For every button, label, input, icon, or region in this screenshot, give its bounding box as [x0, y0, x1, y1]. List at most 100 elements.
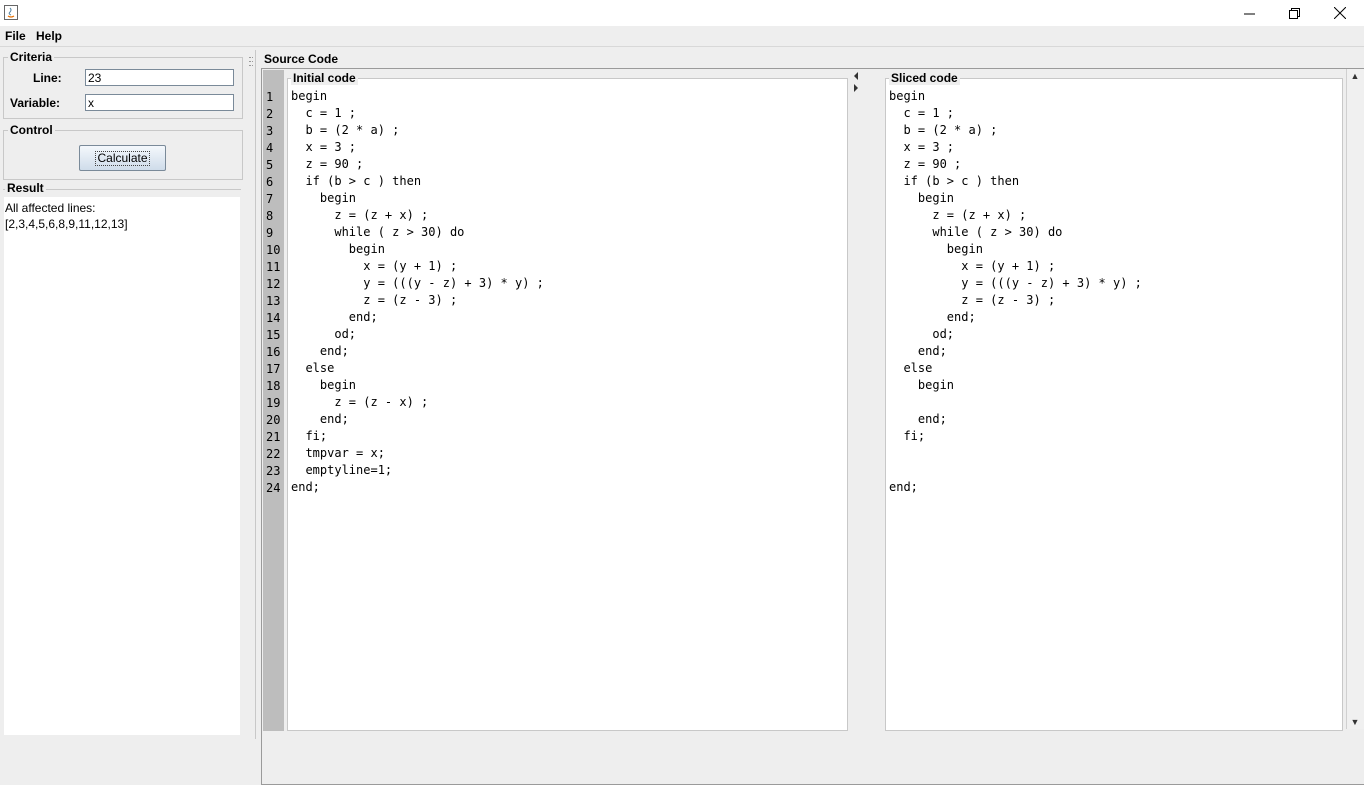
- code-line: begin: [889, 89, 926, 103]
- code-line: x = 3 ;: [291, 140, 357, 154]
- code-line: else: [889, 361, 933, 375]
- code-line: x = (y + 1) ;: [291, 259, 458, 273]
- code-line: x = 3 ;: [889, 140, 955, 154]
- left-split-divider[interactable]: [247, 47, 255, 739]
- left-panel: Criteria Line: Variable: Control Calcula…: [0, 47, 246, 739]
- variable-input[interactable]: [85, 94, 234, 111]
- line-number: 13: [266, 294, 281, 308]
- code-line: end;: [291, 412, 349, 426]
- line-number: 15: [266, 328, 281, 342]
- code-line: fi;: [889, 429, 926, 443]
- control-title: Control: [8, 123, 55, 137]
- code-line: end;: [889, 480, 918, 494]
- line-number: 21: [266, 430, 281, 444]
- line-number: 11: [266, 260, 281, 274]
- line-number: 9: [266, 226, 274, 240]
- code-line: z = 90 ;: [889, 157, 962, 171]
- code-line: x = (y + 1) ;: [889, 259, 1056, 273]
- code-line: c = 1 ;: [291, 106, 357, 120]
- code-line: while ( z > 30) do: [291, 225, 465, 239]
- result-text-area[interactable]: All affected lines: [2,3,4,5,6,8,9,11,12…: [4, 197, 240, 735]
- title-bar: [0, 0, 1364, 26]
- code-line: z = 90 ;: [291, 157, 364, 171]
- divider-grip: [249, 65, 253, 67]
- code-line: z = (z + x) ;: [889, 208, 1027, 222]
- code-line: if (b > c ) then: [889, 174, 1020, 188]
- line-number: 4: [266, 141, 274, 155]
- code-line: end;: [889, 412, 947, 426]
- code-line: begin: [889, 191, 955, 205]
- line-label: Line:: [33, 71, 62, 85]
- source-scroll-pane: 1 2 3 4 5 6 7 8 9 10 11 12 13 14 15 16 17 18 19 20 21 22 23 24 …: [261, 68, 1364, 785]
- code-line: c = 1 ;: [889, 106, 955, 120]
- vertical-scrollbar[interactable]: ▲ ▼: [1346, 69, 1364, 729]
- line-number: 7: [266, 192, 274, 206]
- line-number: 22: [266, 447, 281, 461]
- code-line: od;: [889, 327, 955, 341]
- line-number: 20: [266, 413, 281, 427]
- line-number: 1: [266, 90, 274, 104]
- close-icon: [1334, 7, 1346, 19]
- line-number: 6: [266, 175, 274, 189]
- code-line: begin: [291, 378, 357, 392]
- code-line: emptyline=1;: [291, 463, 393, 477]
- control-group: Control Calculate: [3, 123, 243, 180]
- menu-bar: File Help: [0, 26, 1364, 47]
- line-number: 3: [266, 124, 274, 138]
- criteria-title: Criteria: [8, 50, 55, 64]
- code-line: begin: [889, 378, 955, 392]
- code-line: z = (z - x) ;: [291, 395, 429, 409]
- code-line: end;: [291, 344, 349, 358]
- code-line: end;: [889, 344, 947, 358]
- menu-file[interactable]: File: [5, 29, 26, 43]
- line-number: 12: [266, 277, 281, 291]
- sliced-code-pane[interactable]: Sliced code begin c = 1 ; b = (2 * a) ; …: [885, 71, 1343, 731]
- variable-label: Variable:: [10, 96, 61, 110]
- line-number: 14: [266, 311, 281, 325]
- code-line: begin: [291, 89, 328, 103]
- menu-help[interactable]: Help: [36, 29, 62, 43]
- code-line: y = (((y - z) + 3) * y) ;: [291, 276, 544, 290]
- divider-arrows-icon[interactable]: [853, 72, 859, 94]
- close-button[interactable]: [1317, 0, 1363, 26]
- code-line: z = (z + x) ;: [291, 208, 429, 222]
- code-line: else: [291, 361, 335, 375]
- line-number: 19: [266, 396, 281, 410]
- line-number: 8: [266, 209, 274, 223]
- scroll-up-icon[interactable]: ▲: [1347, 69, 1363, 83]
- code-line: b = (2 * a) ;: [889, 123, 998, 137]
- divider-grip: [249, 61, 253, 63]
- minimize-button[interactable]: [1226, 0, 1272, 26]
- initial-code-pane[interactable]: Initial code begin c = 1 ; b = (2 * a) ;…: [287, 71, 848, 731]
- restore-button[interactable]: [1271, 0, 1317, 26]
- line-number: 18: [266, 379, 281, 393]
- result-title: Result: [5, 181, 46, 195]
- code-line: b = (2 * a) ;: [291, 123, 400, 137]
- initial-code-title: Initial code: [291, 71, 358, 85]
- code-line: z = (z - 3) ;: [291, 293, 458, 307]
- code-line: begin: [291, 242, 385, 256]
- sliced-code-title: Sliced code: [889, 71, 960, 85]
- source-code-panel: Source Code 1 2 3 4 5 6 7 8 9 10 11 12 13 14 15 16 17 18 1…: [255, 50, 1364, 785]
- code-line: end;: [291, 310, 378, 324]
- code-line: z = (z - 3) ;: [889, 293, 1056, 307]
- code-split-divider[interactable]: [852, 70, 860, 731]
- code-line: fi;: [291, 429, 328, 443]
- result-line: All affected lines:: [5, 201, 96, 215]
- code-line: end;: [291, 480, 320, 494]
- line-input[interactable]: [85, 69, 234, 86]
- divider-grip: [249, 57, 253, 59]
- code-line: od;: [291, 327, 357, 341]
- source-code-title: Source Code: [264, 52, 339, 66]
- calculate-label: Calculate: [95, 150, 150, 166]
- code-line: y = (((y - z) + 3) * y) ;: [889, 276, 1142, 290]
- line-number: 16: [266, 345, 281, 359]
- line-number: 5: [266, 158, 274, 172]
- line-number: 10: [266, 243, 281, 257]
- line-number-gutter: 1 2 3 4 5 6 7 8 9 10 11 12 13 14 15 16 17 18 19 20 21 22 23 24: [263, 70, 284, 731]
- code-line: begin: [889, 242, 983, 256]
- scroll-down-icon[interactable]: ▼: [1347, 715, 1363, 729]
- minimize-icon: [1243, 13, 1255, 14]
- code-line: tmpvar = x;: [291, 446, 385, 460]
- calculate-button[interactable]: Calculate: [79, 145, 166, 171]
